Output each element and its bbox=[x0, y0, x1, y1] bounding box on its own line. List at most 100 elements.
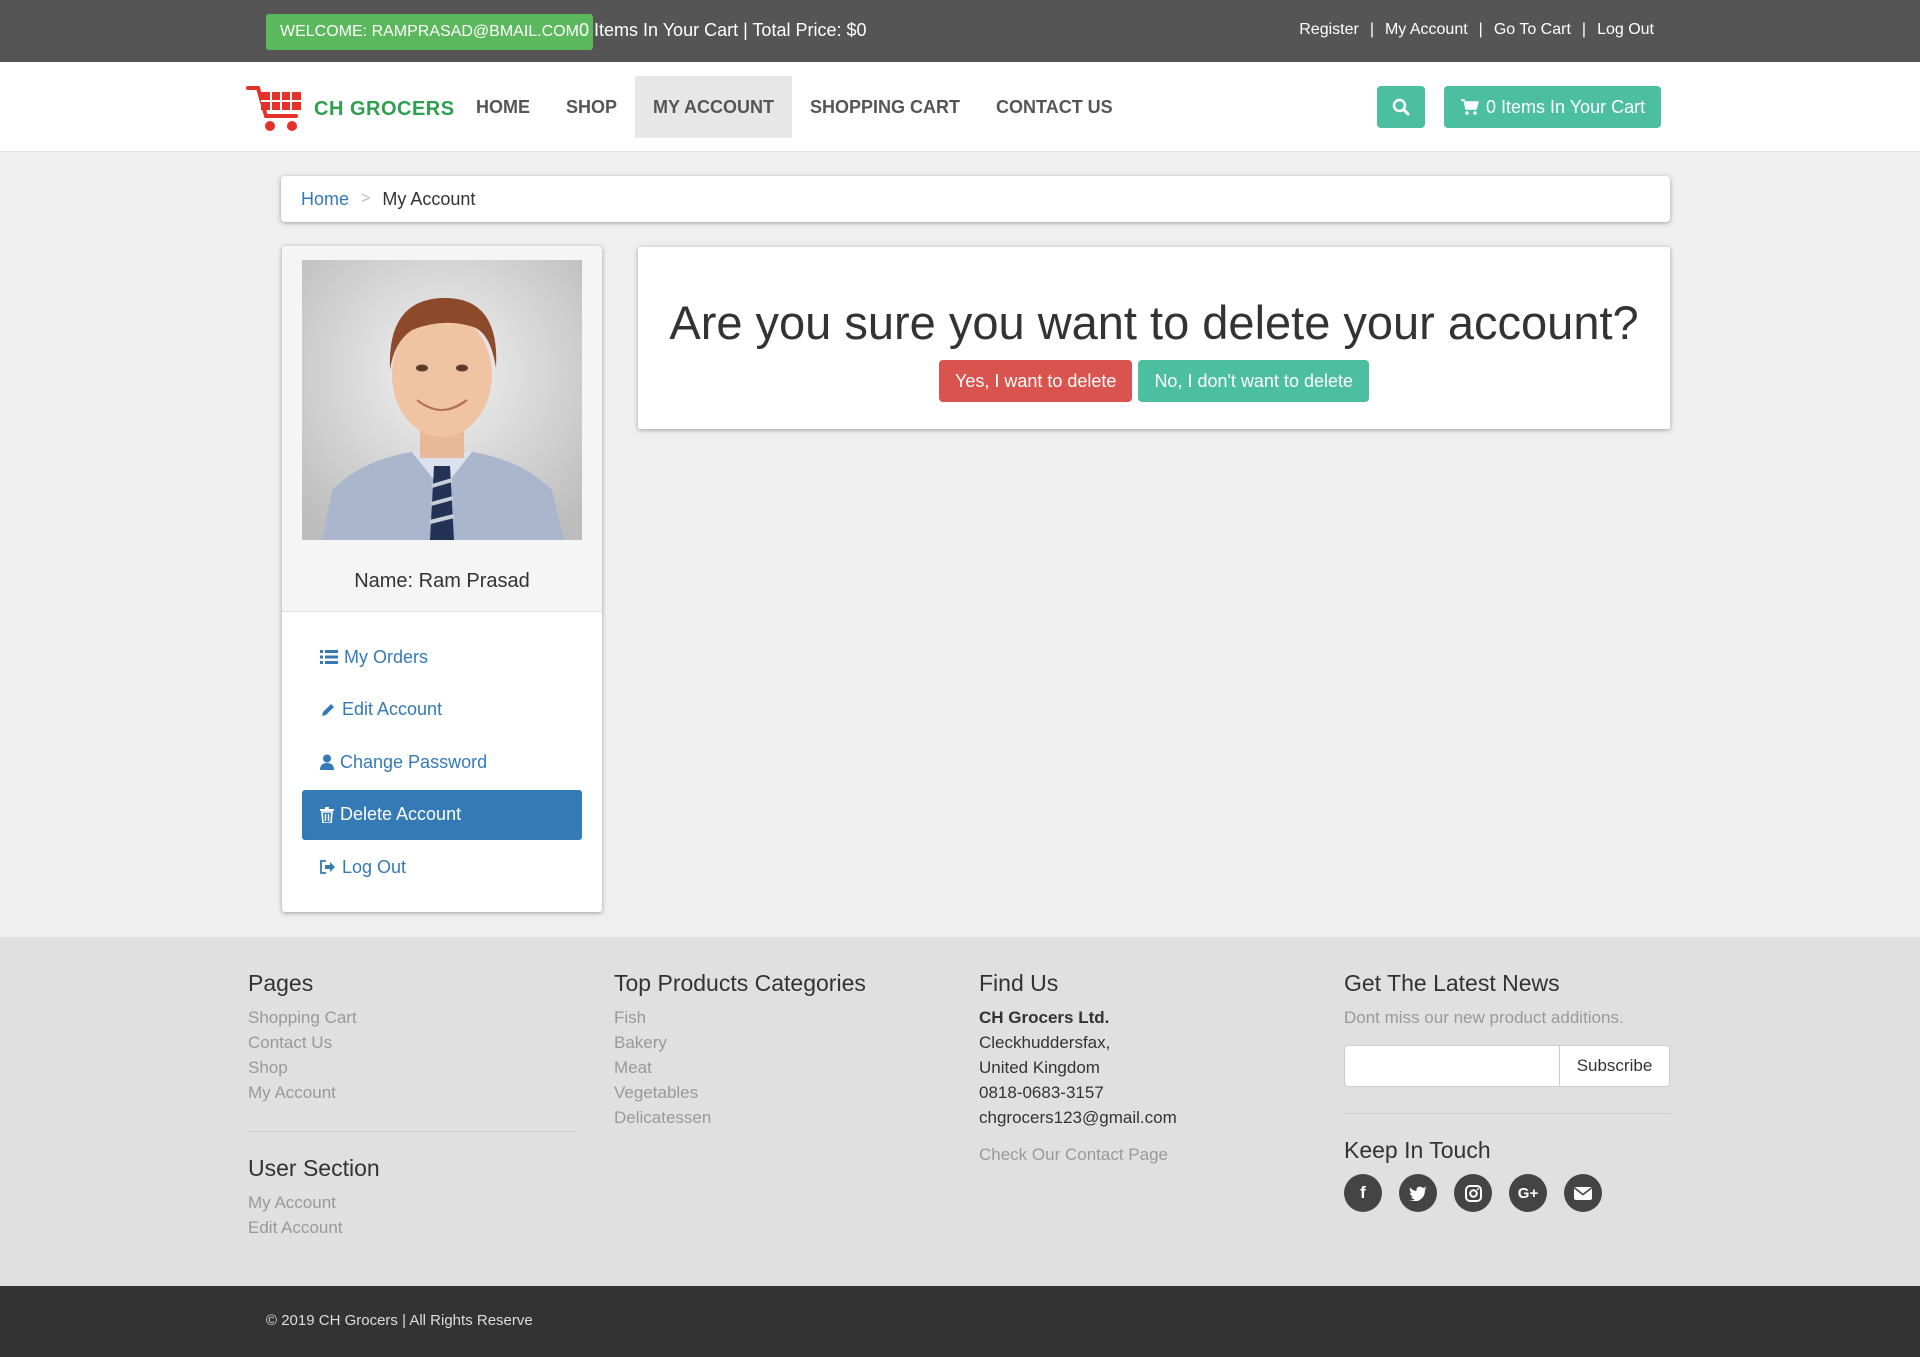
pencil-icon bbox=[322, 703, 334, 716]
trash-icon bbox=[320, 806, 334, 823]
category-link-meat[interactable]: Meat bbox=[614, 1055, 944, 1080]
delete-confirm-panel: Are you sure you want to delete your acc… bbox=[638, 247, 1670, 429]
edit-account-label: Edit Account bbox=[342, 699, 443, 719]
confirm-delete-button[interactable]: Yes, I want to delete bbox=[938, 360, 1133, 402]
avatar bbox=[302, 260, 582, 540]
breadcrumb-home[interactable]: Home bbox=[301, 189, 349, 210]
my-orders-label: My Orders bbox=[344, 646, 429, 667]
footer-categories-column: Top Products Categories Fish Bakery Meat… bbox=[614, 969, 944, 1130]
list-icon bbox=[320, 650, 338, 664]
footer-link-shopping-cart[interactable]: Shopping Cart bbox=[248, 1005, 578, 1030]
footer-pages-column: Pages Shopping Cart Contact Us Shop My A… bbox=[248, 969, 578, 1240]
bottom-bar: © 2019 CH Grocers | All Rights Reserve bbox=[0, 1286, 1920, 1357]
footer-user-link-my-account[interactable]: My Account bbox=[248, 1190, 578, 1215]
footer-categories-title: Top Products Categories bbox=[614, 970, 866, 996]
search-icon bbox=[1392, 98, 1410, 116]
subscribe-form: Subscribe bbox=[1344, 1045, 1670, 1087]
main-navbar: CH GROCERS HOME SHOP MY ACCOUNT SHOPPING… bbox=[0, 62, 1920, 152]
sign-out-icon bbox=[320, 860, 335, 874]
breadcrumb-separator: > bbox=[361, 190, 371, 207]
footer-user-link-edit-account[interactable]: Edit Account bbox=[248, 1215, 578, 1240]
footer-divider bbox=[248, 1131, 578, 1132]
cancel-delete-button[interactable]: No, I don't want to delete bbox=[1138, 360, 1369, 402]
delete-confirm-question: Are you sure you want to delete your acc… bbox=[669, 296, 1639, 349]
delete-account-link[interactable]: Delete Account bbox=[302, 789, 582, 840]
address-line: Cleckhuddersfax, bbox=[979, 1033, 1111, 1052]
footer-pages-title: Pages bbox=[248, 970, 314, 996]
main-nav: HOME SHOP MY ACCOUNT SHOPPING CART CONTA… bbox=[458, 76, 1131, 138]
nav-shop[interactable]: SHOP bbox=[548, 76, 635, 138]
divider: | bbox=[1581, 21, 1587, 38]
log-out-label: Log Out bbox=[342, 856, 407, 877]
my-orders-link[interactable]: My Orders bbox=[302, 632, 582, 682]
breadcrumb: Home > My Account bbox=[281, 176, 1670, 222]
category-link-vegetables[interactable]: Vegetables bbox=[614, 1080, 944, 1105]
breadcrumb-current: My Account bbox=[382, 188, 476, 209]
keep-in-touch-title: Keep In Touch bbox=[1344, 1137, 1491, 1163]
footer-news-title: Get The Latest News bbox=[1344, 970, 1560, 996]
profile-card: Name: Ram Prasad bbox=[282, 246, 602, 612]
cart-button-label: 0 Items In Your Cart bbox=[1486, 97, 1646, 117]
newsletter-email-input[interactable] bbox=[1344, 1045, 1560, 1087]
category-link-delicatessen[interactable]: Delicatessen bbox=[614, 1105, 944, 1130]
shopping-cart-logo-icon[interactable] bbox=[246, 82, 306, 134]
footer-categories-links: Fish Bakery Meat Vegetables Delicatessen bbox=[614, 1005, 944, 1130]
divider: | bbox=[1369, 21, 1374, 38]
account-sidebar: Name: Ram Prasad My Orders Edit Account … bbox=[282, 246, 602, 912]
profile-name: Name: Ram Prasad bbox=[354, 570, 530, 592]
footer-user-links: My Account Edit Account bbox=[248, 1190, 578, 1240]
phone-number: 0818-0683-3157 bbox=[979, 1083, 1104, 1102]
nav-contact-us[interactable]: CONTACT US bbox=[978, 76, 1131, 138]
footer-divider bbox=[1344, 1113, 1670, 1114]
subscribe-button[interactable]: Subscribe bbox=[1560, 1045, 1670, 1087]
footer-find-us-title: Find Us bbox=[979, 970, 1059, 996]
confirm-buttons: Yes, I want to delete No, I don't want t… bbox=[638, 360, 1670, 402]
top-links: Register | My Account | Go To Cart | Log Out bbox=[1299, 20, 1654, 40]
cart-icon bbox=[1461, 99, 1479, 115]
twitter-icon[interactable] bbox=[1399, 1174, 1437, 1212]
category-link-bakery[interactable]: Bakery bbox=[614, 1030, 944, 1055]
facebook-icon[interactable]: f bbox=[1344, 1174, 1382, 1212]
footer-find-us-column: Find Us CH Grocers Ltd. Cleckhuddersfax,… bbox=[979, 969, 1309, 1167]
envelope-icon[interactable] bbox=[1564, 1174, 1602, 1212]
category-link-fish[interactable]: Fish bbox=[614, 1005, 944, 1030]
news-text: Dont miss our new product additions. bbox=[1344, 1008, 1624, 1027]
change-password-label: Change Password bbox=[340, 751, 488, 772]
nav-shopping-cart[interactable]: SHOPPING CART bbox=[792, 76, 978, 138]
register-link[interactable]: Register bbox=[1299, 21, 1359, 38]
footer-link-shop[interactable]: Shop bbox=[248, 1055, 578, 1080]
delete-account-label: Delete Account bbox=[340, 804, 462, 824]
log-out-link[interactable]: Log Out bbox=[1597, 21, 1654, 38]
footer-pages-links: Shopping Cart Contact Us Shop My Account bbox=[248, 1005, 578, 1105]
instagram-icon[interactable] bbox=[1454, 1174, 1492, 1212]
top-bar: WELCOME: RAMPRASAD@BMAIL.COM 0 Items In … bbox=[0, 0, 1920, 62]
nav-my-account[interactable]: MY ACCOUNT bbox=[635, 76, 793, 138]
edit-account-link[interactable]: Edit Account bbox=[302, 685, 582, 735]
welcome-badge: WELCOME: RAMPRASAD@BMAIL.COM bbox=[266, 14, 593, 50]
copyright: © 2019 CH Grocers | All Rights Reserve bbox=[266, 1312, 533, 1329]
user-icon bbox=[320, 754, 334, 770]
search-button[interactable] bbox=[1377, 86, 1425, 128]
nav-home[interactable]: HOME bbox=[458, 76, 548, 138]
contact-page-link[interactable]: Check Our Contact Page bbox=[979, 1142, 1309, 1167]
my-account-link[interactable]: My Account bbox=[1385, 21, 1468, 38]
footer-news-column: Get The Latest News Dont miss our new pr… bbox=[1344, 969, 1670, 1212]
footer: Pages Shopping Cart Contact Us Shop My A… bbox=[0, 937, 1920, 1286]
contact-page-links: Check Our Contact Page bbox=[979, 1142, 1309, 1167]
footer-link-my-account[interactable]: My Account bbox=[248, 1080, 578, 1105]
account-menu: My Orders Edit Account Change Password D… bbox=[302, 632, 582, 895]
divider: | bbox=[1478, 21, 1483, 38]
footer-link-contact-us[interactable]: Contact Us bbox=[248, 1030, 578, 1055]
cart-summary: 0 Items In Your Cart | Total Price: $0 bbox=[579, 20, 867, 40]
cart-button[interactable]: 0 Items In Your Cart bbox=[1444, 86, 1662, 128]
google-plus-icon[interactable]: G+ bbox=[1509, 1174, 1547, 1212]
email-address: chgrocers123@gmail.com bbox=[979, 1108, 1177, 1127]
social-icons: f G+ bbox=[1344, 1174, 1670, 1212]
company-name: CH Grocers Ltd. bbox=[979, 1008, 1110, 1027]
footer-user-section-title: User Section bbox=[248, 1155, 380, 1181]
change-password-link[interactable]: Change Password bbox=[302, 737, 582, 787]
log-out-menu-link[interactable]: Log Out bbox=[302, 842, 582, 892]
brand-name[interactable]: CH GROCERS bbox=[314, 98, 455, 121]
go-to-cart-link[interactable]: Go To Cart bbox=[1494, 21, 1571, 38]
address-country: United Kingdom bbox=[979, 1058, 1100, 1077]
